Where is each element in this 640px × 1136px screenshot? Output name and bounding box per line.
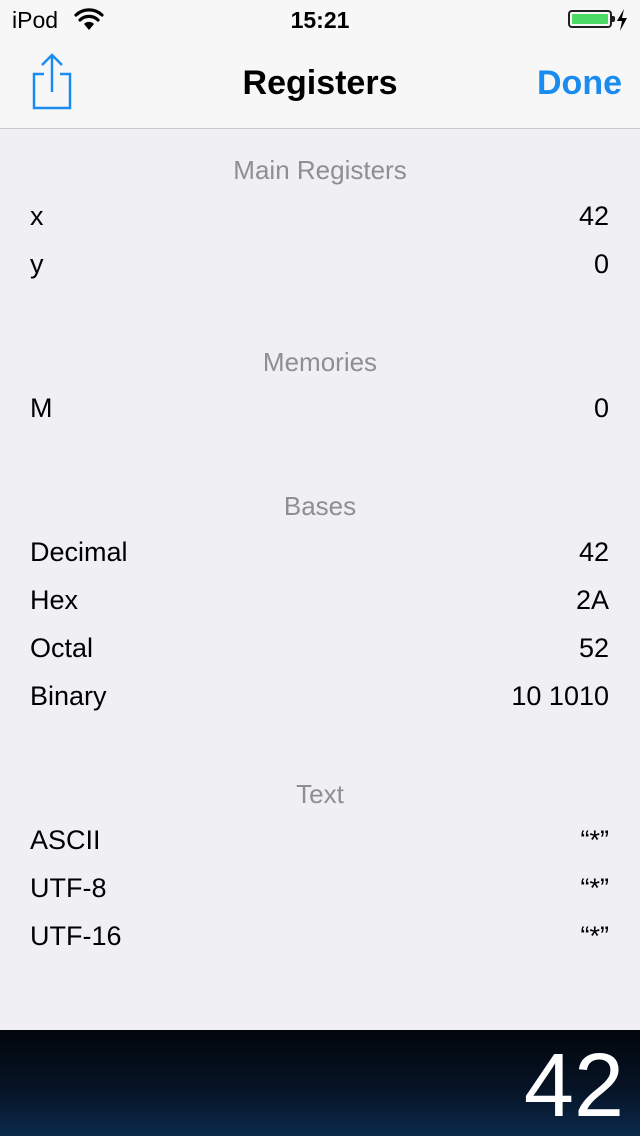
battery-level-fill [572, 14, 608, 24]
section-header-main-registers: Main Registers [233, 155, 407, 185]
section-header-text: Text [296, 779, 344, 809]
row-label: x [30, 201, 44, 231]
display-value: 42 [523, 1036, 624, 1136]
row-value: 42 [578, 537, 609, 567]
row-label: y [30, 249, 44, 279]
row-label: ASCII [30, 825, 101, 855]
row-value: 52 [578, 633, 609, 663]
status-time: 15:21 [290, 7, 350, 33]
row-value: “*” [580, 825, 610, 855]
section-header-bases: Bases [283, 491, 357, 521]
row-label: UTF-8 [30, 873, 107, 903]
base-row-decimal[interactable]: Decimal 42 [0, 532, 640, 572]
charging-bolt-icon [617, 9, 627, 31]
battery-tip [612, 16, 615, 22]
row-value: “*” [580, 873, 610, 903]
row-value: “*” [580, 921, 610, 951]
status-bar: iPod 15:21 [0, 0, 640, 40]
row-label: UTF-16 [30, 921, 122, 951]
done-button[interactable]: Done [537, 64, 622, 103]
calculator-display: 42 [0, 1030, 640, 1136]
row-label: Hex [30, 585, 79, 615]
row-label: Binary [30, 681, 107, 711]
text-row-utf16[interactable]: UTF-16 “*” [0, 916, 640, 956]
row-label: Octal [30, 633, 94, 663]
row-label: Decimal [30, 537, 128, 567]
navigation-bar: Registers Done [0, 40, 640, 129]
base-row-hex[interactable]: Hex 2A [0, 580, 640, 620]
row-value: 42 [578, 201, 609, 231]
row-value: 0 [593, 393, 609, 423]
row-label: M [30, 393, 53, 423]
text-row-utf8[interactable]: UTF-8 “*” [0, 868, 640, 908]
row-value: 10 1010 [511, 681, 609, 711]
row-value: 2A [575, 585, 609, 615]
text-row-ascii[interactable]: ASCII “*” [0, 820, 640, 860]
base-row-octal[interactable]: Octal 52 [0, 628, 640, 668]
base-row-binary[interactable]: Binary 10 1010 [0, 676, 640, 716]
row-value: 0 [593, 249, 609, 279]
memory-row-m[interactable]: M 0 [0, 388, 640, 428]
register-row-y[interactable]: y 0 [0, 244, 640, 284]
section-header-memories: Memories [262, 347, 378, 377]
battery-icon [568, 10, 615, 28]
register-row-x[interactable]: x 42 [0, 196, 640, 236]
